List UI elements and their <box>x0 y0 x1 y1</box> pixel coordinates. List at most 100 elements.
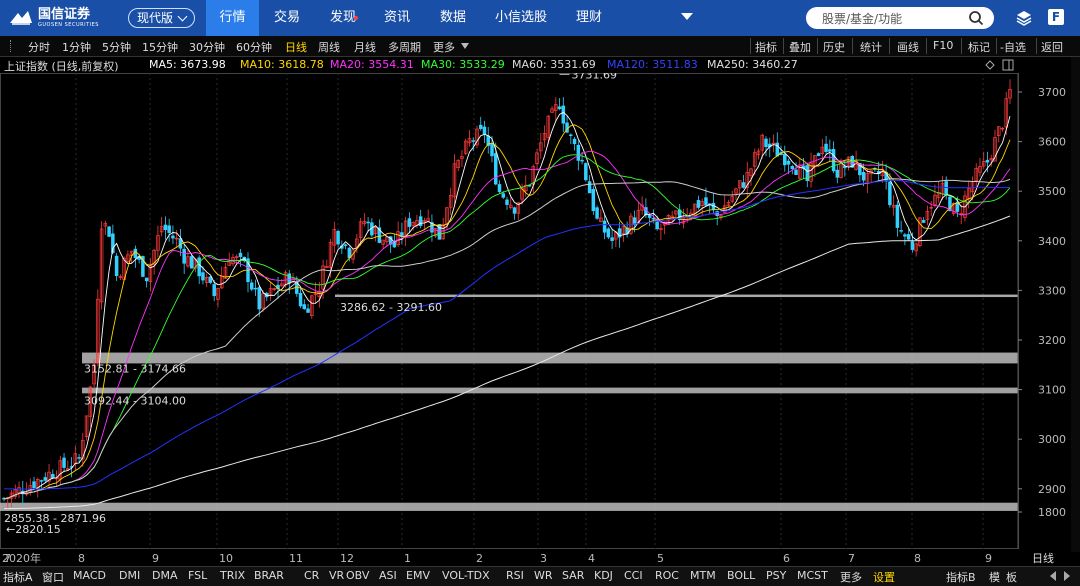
indicator-tab-emv[interactable]: EMV <box>406 569 430 582</box>
panel-toggle-icon[interactable] <box>1002 59 1014 71</box>
statistics-button[interactable]: 统计 <box>860 39 882 55</box>
indicator-tab-sar[interactable]: SAR <box>562 569 584 582</box>
y-tick-label: 3200 <box>1038 334 1066 347</box>
indicator-tab-trix[interactable]: TRIX <box>220 569 245 582</box>
candle-body <box>493 153 498 185</box>
indicator-tab-mtm[interactable]: MTM <box>690 569 716 582</box>
indicator-tab-obv[interactable]: OBV <box>346 569 369 582</box>
nav-tab-discover[interactable]: 发现 <box>320 0 366 36</box>
indicator-tab-fsl[interactable]: FSL <box>188 569 207 582</box>
x-month-label: 9 <box>152 552 159 565</box>
indicator-tab-vol-tdx[interactable]: VOL-TDX <box>442 569 490 582</box>
period-tab-more[interactable]: 更多 <box>433 39 455 55</box>
nav-tab-news[interactable]: 资讯 <box>374 0 420 36</box>
indicator-tab-cci[interactable]: CCI <box>624 569 643 582</box>
period-tab-weekly[interactable]: 周线 <box>318 39 340 55</box>
candle-body <box>478 124 483 129</box>
candle-body <box>336 230 340 245</box>
indicator-tab-boll[interactable]: BOLL <box>727 569 755 582</box>
candle-body <box>790 166 795 170</box>
mark-button[interactable]: 标记 <box>968 39 990 55</box>
period-tab-30min[interactable]: 30分钟 <box>189 39 225 55</box>
search-box[interactable] <box>806 7 994 29</box>
candle-body <box>704 197 708 206</box>
toolbar-separator <box>10 40 12 52</box>
kline-chart[interactable]: 3700 3600 3500 3400 3300 3200 3100 3000 2900 1800… <box>0 73 1071 566</box>
indicator-tab-psy[interactable]: PSY <box>766 569 786 582</box>
indicator-tab-asi[interactable]: ASI <box>379 569 397 582</box>
nav-more-dropdown-icon[interactable] <box>681 13 693 20</box>
toolbar-divider <box>961 38 962 54</box>
indicator-tab-dmi[interactable]: DMI <box>119 569 140 582</box>
ma120-label: MA120: 3511.83 <box>607 58 698 71</box>
candle-body <box>610 237 614 241</box>
indicator-tab-kdj[interactable]: KDJ <box>594 569 613 582</box>
x-month-label: 11 <box>289 552 303 565</box>
history-button[interactable]: 历史 <box>823 39 845 55</box>
draw-line-button[interactable]: 画线 <box>897 39 919 55</box>
nav-tab-data[interactable]: 数据 <box>430 0 476 36</box>
logo-subtitle: GUOSEN SECURITIES <box>38 22 99 28</box>
f10-shortcut-icon[interactable]: F <box>1048 9 1064 25</box>
scroll-right-icon[interactable] <box>1063 571 1071 581</box>
candle-body <box>861 172 866 181</box>
indicator-tab-cr[interactable]: CR <box>304 569 319 582</box>
candle-body <box>302 304 307 310</box>
window-button[interactable]: 窗口 <box>42 569 64 585</box>
candle-body <box>888 181 892 206</box>
nav-tab-stock-picker[interactable]: 小信选股 <box>486 0 556 36</box>
period-tab-5min[interactable]: 5分钟 <box>102 39 131 55</box>
indicator-tab-vr[interactable]: VR <box>329 569 344 582</box>
period-tab-intraday[interactable]: 分时 <box>28 39 50 55</box>
x-month-label: 10 <box>219 552 233 565</box>
indicator-tab-mcst[interactable]: MCST <box>797 569 828 582</box>
candle-body <box>741 182 746 188</box>
indicator-a-button[interactable]: 指标A <box>3 569 33 585</box>
f10-button[interactable]: F10 <box>933 39 953 52</box>
scroll-left-icon[interactable] <box>1049 571 1057 581</box>
template-button[interactable]: 模 <box>989 569 1000 585</box>
candle-body <box>580 159 584 162</box>
indicator-tab-rsi[interactable]: RSI <box>506 569 524 582</box>
chevron-down-icon[interactable] <box>461 43 469 49</box>
indicator-tab-brar[interactable]: BRAR <box>254 569 284 582</box>
indicator-tab-roc[interactable]: ROC <box>655 569 679 582</box>
right-info-panel[interactable] <box>1071 57 1080 552</box>
app-logo[interactable]: 国信证券 GUOSEN SECURITIES <box>8 7 99 29</box>
diamond-icon[interactable] <box>985 60 995 70</box>
overlay-button[interactable]: 叠加 <box>789 39 811 55</box>
nav-tab-label-wrap: 发现 <box>330 10 358 25</box>
indicator-tab-macd[interactable]: MACD <box>73 569 106 582</box>
ma120-line <box>3 179 1011 490</box>
indicator-b-button[interactable]: 指标B <box>946 569 976 585</box>
layers-icon[interactable] <box>1016 10 1032 26</box>
back-button[interactable]: 返回 <box>1041 39 1063 55</box>
candle-body <box>595 207 599 219</box>
edition-switcher[interactable]: 现代版 <box>128 8 196 28</box>
period-tab-monthly[interactable]: 月线 <box>354 39 376 55</box>
settings-button[interactable]: 设置 <box>873 569 895 585</box>
period-tab-60min[interactable]: 60分钟 <box>236 39 272 55</box>
search-icon[interactable] <box>968 10 984 26</box>
indicator-tab-更多[interactable]: 更多 <box>840 569 862 585</box>
period-tab-1min[interactable]: 1分钟 <box>62 39 91 55</box>
candle-body <box>32 481 36 489</box>
search-input[interactable] <box>820 10 964 28</box>
nav-tab-trade[interactable]: 交易 <box>262 0 312 36</box>
x-month-label: 5 <box>657 552 664 565</box>
period-tab-multi[interactable]: 多周期 <box>388 39 421 55</box>
candle-body <box>505 199 509 205</box>
period-tab-daily[interactable]: 日线 <box>285 39 307 55</box>
indicator-button[interactable]: 指标 <box>755 39 777 55</box>
nav-tab-wealth[interactable]: 理财 <box>566 0 612 36</box>
period-label: 日线 <box>1032 551 1054 565</box>
candle-body <box>816 153 821 157</box>
period-tab-15min[interactable]: 15分钟 <box>142 39 178 55</box>
board-button[interactable]: 板 <box>1006 569 1017 585</box>
indicator-tab-dma[interactable]: DMA <box>152 569 178 582</box>
nav-tab-market[interactable]: 行情 <box>206 0 259 36</box>
ma10-label: MA10: 3618.78 <box>240 58 324 71</box>
indicator-tab-wr[interactable]: WR <box>534 569 553 582</box>
nav-tab-label: 小信选股 <box>494 10 547 25</box>
remove-watchlist-button[interactable]: -自选 <box>1000 39 1026 55</box>
